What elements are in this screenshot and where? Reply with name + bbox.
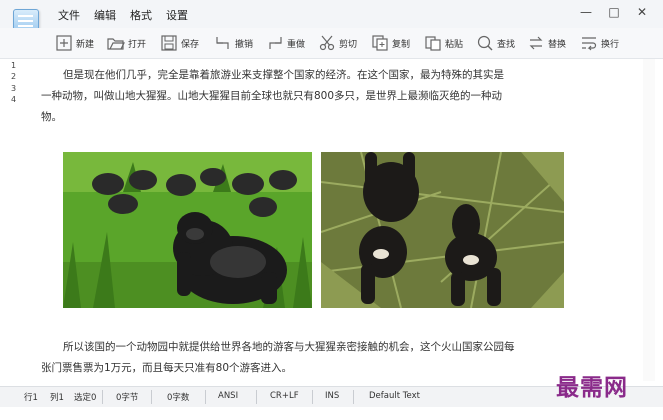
copy-icon <box>372 35 388 51</box>
new-button[interactable]: 新建 <box>55 32 94 54</box>
copy-label: 复制 <box>392 39 411 50</box>
status-divider <box>353 390 354 404</box>
menu-file[interactable]: 文件 <box>58 7 80 23</box>
line-number: 4 <box>11 95 17 104</box>
replace-arrows-icon <box>529 36 543 50</box>
status-divider <box>151 390 152 404</box>
editor-window: 文件 编辑 格式 设置 — □ ✕ 新建 打开 保存 撤销 重做 剪切 复制 粘… <box>0 0 663 420</box>
wrap-label: 换行 <box>601 39 620 50</box>
replace-button[interactable]: 替换 <box>527 32 566 54</box>
status-divider <box>205 390 206 404</box>
menu-bar: 文件 编辑 格式 设置 <box>58 7 188 23</box>
save-label: 保存 <box>181 39 200 50</box>
status-insert-mode[interactable]: INS <box>325 391 339 401</box>
replace-label: 替换 <box>548 39 567 50</box>
folder-open-icon <box>107 38 125 50</box>
text-editor-area[interactable]: 但是现在他们几乎，完全是靠着旅游业来支撑整个国家的经济。在这个国家，最为特殊的其… <box>21 59 641 381</box>
wrap-button[interactable]: 换行 <box>580 32 619 54</box>
status-line-ending[interactable]: CR+LF <box>270 391 299 401</box>
redo-button[interactable]: 重做 <box>266 32 305 54</box>
save-button[interactable]: 保存 <box>160 32 199 54</box>
status-selection: 选定0 <box>74 393 97 403</box>
new-file-icon <box>56 35 72 51</box>
window-controls: — □ ✕ <box>579 5 649 19</box>
line-number: 3 <box>11 84 17 93</box>
site-watermark: 最需网 <box>556 374 628 401</box>
search-icon <box>477 35 493 51</box>
maximize-button[interactable]: □ <box>607 5 621 19</box>
undo-button[interactable]: 撤销 <box>214 32 253 54</box>
gorilla-group-photo <box>63 152 312 308</box>
new-label: 新建 <box>76 39 95 50</box>
status-divider <box>102 390 103 404</box>
line-number: 2 <box>11 72 17 81</box>
line-number-gutter: 1 2 3 4 <box>0 59 20 381</box>
paste-button[interactable]: 粘贴 <box>424 32 463 54</box>
scissors-icon <box>319 35 335 51</box>
copy-button[interactable]: 复制 <box>371 32 410 54</box>
status-row: 行1 <box>24 393 38 403</box>
redo-label: 重做 <box>287 39 306 50</box>
find-button[interactable]: 查找 <box>476 32 515 54</box>
status-font[interactable]: Default Text <box>369 391 420 401</box>
open-button[interactable]: 打开 <box>107 32 146 54</box>
minimize-button[interactable]: — <box>579 5 593 19</box>
document-paragraph-2: 所以该国的一个动物园中就提供给世界各地的游客与大猩猩亲密接触的机会，这个火山国家… <box>41 341 515 374</box>
status-chars: 0字数 <box>167 393 190 403</box>
cut-label: 剪切 <box>339 39 358 50</box>
toolbar: 新建 打开 保存 撤销 重做 剪切 复制 粘贴 查找 替换 换行 <box>0 28 663 59</box>
vertical-scrollbar[interactable] <box>643 59 655 381</box>
menu-format[interactable]: 格式 <box>130 7 152 23</box>
line-number: 1 <box>11 61 17 70</box>
document-paragraph-1: 但是现在他们几乎，完全是靠着旅游业来支撑整个国家的经济。在这个国家，最为特殊的其… <box>41 69 504 123</box>
paste-label: 粘贴 <box>445 39 464 50</box>
menu-edit[interactable]: 编辑 <box>94 7 116 23</box>
close-button[interactable]: ✕ <box>635 5 649 19</box>
menu-settings[interactable]: 设置 <box>166 7 188 23</box>
find-label: 查找 <box>497 39 516 50</box>
status-divider <box>256 390 257 404</box>
word-wrap-icon <box>582 37 597 51</box>
open-label: 打开 <box>128 39 147 50</box>
gorilla-playing-photo <box>321 152 564 308</box>
paste-icon <box>425 36 441 51</box>
status-encoding[interactable]: ANSI <box>218 391 238 401</box>
redo-arrow-icon <box>269 37 282 49</box>
undo-label: 撤销 <box>235 39 254 50</box>
status-column: 列1 <box>50 393 64 403</box>
undo-arrow-icon <box>216 37 229 49</box>
save-disk-icon <box>161 35 177 51</box>
cut-button[interactable]: 剪切 <box>318 32 357 54</box>
status-bytes: 0字节 <box>116 393 139 403</box>
title-bar: 文件 编辑 格式 设置 — □ ✕ <box>0 0 663 38</box>
status-divider <box>312 390 313 404</box>
